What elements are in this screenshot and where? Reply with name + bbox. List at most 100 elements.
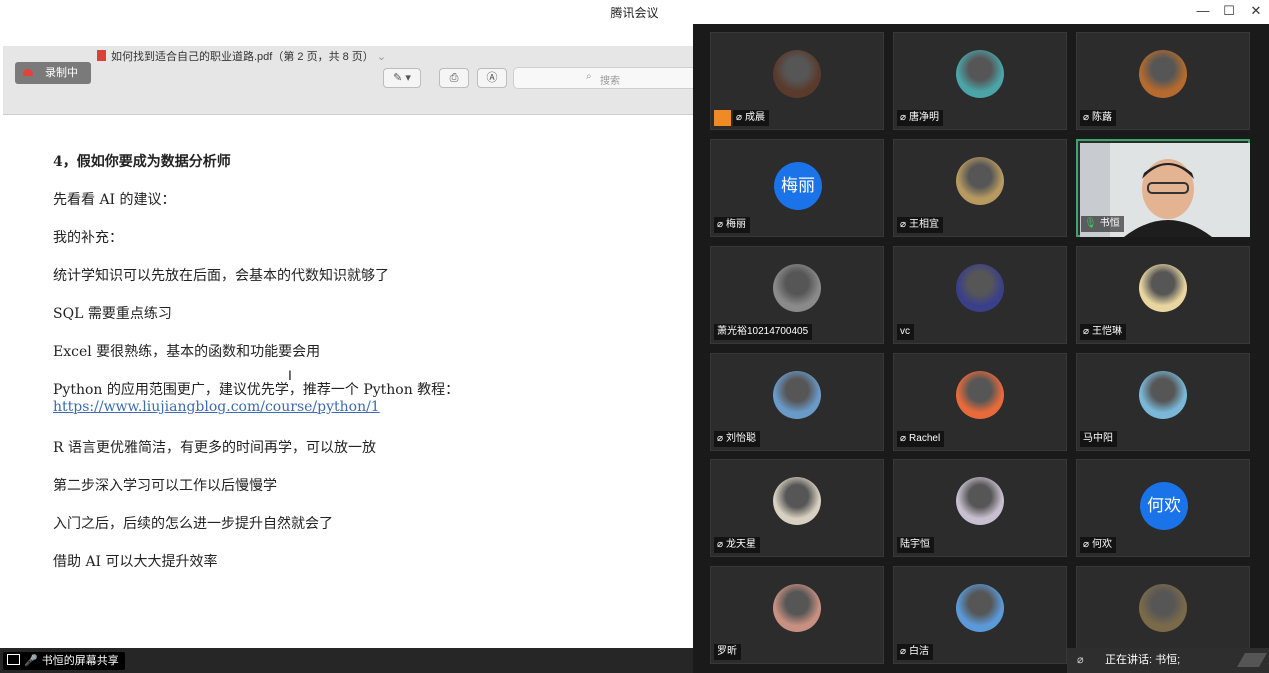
recording-label: 录制中 (45, 67, 78, 79)
fox-avatar (1139, 371, 1187, 419)
headphones-avatar (773, 264, 821, 312)
python-tutorial-link[interactable]: https://www.liujiangblog.com/course/pyth… (53, 399, 380, 415)
initials-avatar: 梅丽 (774, 162, 822, 210)
doc-line: Python 的应用范围更广，建议优先学，推荐一个 Python 教程： (53, 382, 460, 398)
participant-tile[interactable]: ⌀ 王相宜 (893, 139, 1067, 237)
mic-active-icon: 🎙 (1084, 218, 1097, 229)
doc-line: 我的补充： (53, 230, 123, 246)
duck-avatar (773, 477, 821, 525)
doc-line: 入门之后，后续的怎么进一步提升自然就会了 (53, 516, 333, 532)
text-cursor-icon: I (288, 367, 292, 383)
close-button[interactable]: ✕ (1245, 2, 1267, 20)
participant-name: ⌀ 唐净明 (897, 110, 944, 126)
participant-name: ⌀ 陈蕗 (1080, 110, 1117, 126)
share-tool-button[interactable]: ⎙ (439, 68, 469, 88)
mic-icon: 🎤 (24, 655, 38, 667)
participant-name-text: 唐净明 (909, 112, 940, 123)
participant-name: 🎙 书恒 (1081, 216, 1124, 232)
participant-name: ⌀ 龙天星 (714, 537, 761, 553)
cartoon-glasses-avatar (1139, 50, 1187, 98)
bunny-avatar (956, 264, 1004, 312)
portrait-avatar (773, 584, 821, 632)
participant-name-text: 陈蕗 (1092, 112, 1113, 123)
mic-muted-icon: ⌀ (717, 433, 724, 444)
participant-name: ⌀ 何欢 (1080, 537, 1117, 553)
participant-name: ⌀ 成晨 (733, 110, 770, 126)
pdf-viewer-toolbar: 如何找到适合自己的职业道路.pdf（第 2 页，共 8 页） ⌄ 录制中 ✎ ▾… (3, 46, 693, 115)
pdf-file-icon (97, 50, 106, 61)
participant-tile[interactable]: ⌀ 王恺琳 (1076, 246, 1250, 344)
participant-name-text: Rachel (909, 433, 941, 444)
pen-icon[interactable] (1236, 653, 1268, 667)
mic-muted-icon: ⌀ (1083, 326, 1090, 337)
participant-name: ⌀ 刘怡聪 (714, 431, 761, 447)
participant-tile[interactable]: 陆宇恒 (893, 459, 1067, 557)
participant-name: ⌀ 梅丽 (714, 217, 751, 233)
doc-line: Excel 要很熟练，基本的函数和功能要会用 (53, 344, 321, 360)
participant-tile[interactable]: ⌀ 白洁 (893, 566, 1067, 664)
screen-icon (7, 654, 20, 665)
participant-name: 萧光裕10214700405 (714, 324, 813, 340)
tiger-avatar (956, 50, 1004, 98)
participant-tile[interactable]: ⌀ 唐净明 (893, 32, 1067, 130)
pdf-title[interactable]: 如何找到适合自己的职业道路.pdf（第 2 页，共 8 页） ⌄ (97, 48, 386, 64)
doc-line: 第二步深入学习可以工作以后慢慢学 (53, 478, 277, 494)
participant-tile[interactable]: 梅丽 ⌀ 梅丽 (710, 139, 884, 237)
anime-boy-avatar (1139, 264, 1187, 312)
participant-name-text: 马中阳 (1083, 433, 1113, 444)
mic-muted-icon: ⌀ (900, 646, 907, 657)
beach-avatar (956, 584, 1004, 632)
participant-name-text: vc (900, 326, 910, 337)
landscape-avatar (1139, 584, 1187, 632)
participant-tile[interactable]: 罗昕 (710, 566, 884, 664)
participant-name: ⌀ 王恺琳 (1080, 324, 1127, 340)
screen-share-label[interactable]: 🎤 书恒的屏幕共享 (3, 652, 125, 670)
participant-tile[interactable]: 🎙 书恒 (1076, 139, 1250, 237)
participant-tile[interactable]: ⌀ 龙天星 (710, 459, 884, 557)
window-titlebar: 腾讯会议 — ☐ ✕ (0, 0, 1269, 24)
participant-name: ⌀ 白洁 (897, 644, 934, 660)
participant-name-text: 书恒 (1099, 218, 1120, 229)
participant-name: 马中阳 (1080, 431, 1117, 447)
participant-name: vc (897, 324, 914, 340)
cartoon-girl-avatar (956, 371, 1004, 419)
participant-name: 罗昕 (714, 644, 741, 660)
food-bowl-avatar (956, 157, 1004, 205)
participant-tile[interactable]: vc (893, 246, 1067, 344)
participant-tile[interactable]: 萧光裕10214700405 (710, 246, 884, 344)
markup-tool-button[interactable]: Ⓐ (477, 68, 507, 88)
annotate-tool-button[interactable]: ✎ ▾ (383, 68, 421, 88)
mic-muted-icon: ⌀ (736, 112, 743, 123)
sketch-avatar (956, 477, 1004, 525)
mic-muted-icon: ⌀ (900, 112, 907, 123)
participant-name: ⌀ Rachel (897, 431, 945, 447)
mic-muted-icon: ⌀ (900, 219, 907, 230)
participant-name-text: 何欢 (1092, 539, 1113, 550)
mic-muted-icon: ⌀ (717, 539, 724, 550)
doc-heading: 4，假如你要成为数据分析师 (53, 154, 231, 170)
minimize-button[interactable]: — (1192, 2, 1214, 20)
maximize-button[interactable]: ☐ (1218, 2, 1240, 20)
doc-line: 先看看 AI 的建议： (53, 192, 176, 208)
pdf-title-text: 如何找到适合自己的职业道路.pdf（第 2 页，共 8 页） (111, 51, 374, 63)
participant-tile[interactable]: 何欢 ⌀ 何欢 (1076, 459, 1250, 557)
participant-tile[interactable]: ⌀ 成晨 (710, 32, 884, 130)
mic-muted-icon: ⌀ (900, 433, 907, 444)
mic-muted-icon: ⌀ (1083, 112, 1090, 123)
participant-tile[interactable]: ⌀ Rachel (893, 353, 1067, 451)
mic-muted-icon: ⌀ (1077, 654, 1084, 666)
host-badge-icon (714, 110, 731, 126)
recording-indicator[interactable]: 录制中 (15, 62, 91, 84)
speaking-indicator: ⌀ 正在讲话: 书恒; (1067, 648, 1269, 673)
cloud-record-icon (23, 69, 33, 76)
participant-name-text: 萧光裕10214700405 (717, 326, 809, 337)
participant-name-text: 王恺琳 (1092, 326, 1123, 337)
search-input[interactable]: ⌕ 搜索 (513, 67, 693, 89)
participant-tile[interactable]: ⌀ 陈蕗 (1076, 32, 1250, 130)
participant-name-text: 梅丽 (726, 219, 747, 230)
doc-line: 统计学知识可以先放在后面，会基本的代数知识就够了 (53, 268, 389, 284)
participant-tile[interactable]: 马中阳 (1076, 353, 1250, 451)
share-label-text: 书恒的屏幕共享 (41, 655, 119, 667)
participant-tile[interactable]: ⌀ 刘怡聪 (710, 353, 884, 451)
window-title: 腾讯会议 (610, 6, 659, 20)
